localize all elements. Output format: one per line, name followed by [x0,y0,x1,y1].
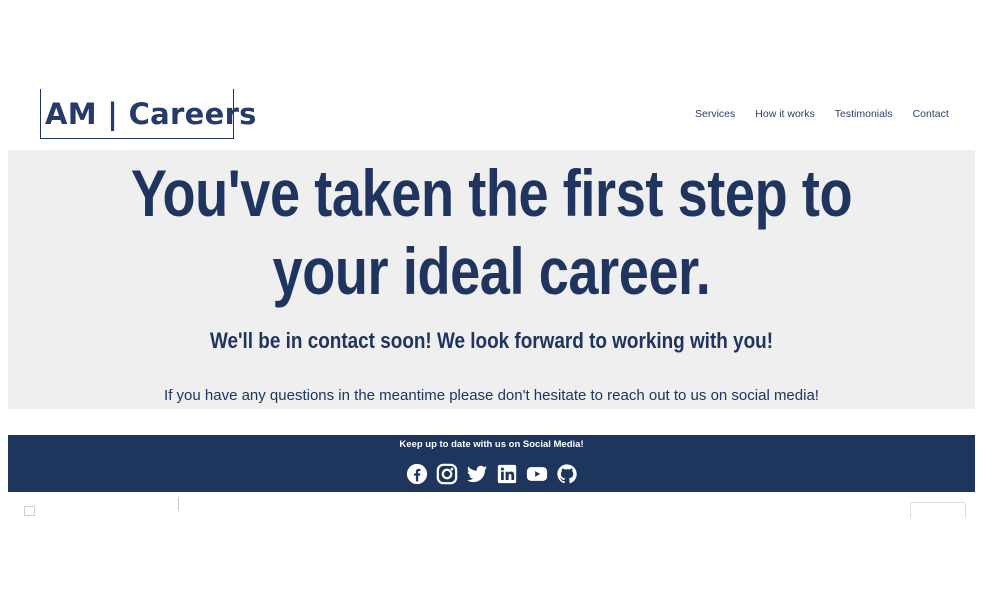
nav-link-services[interactable]: Services [695,108,735,120]
hero-headline: You've taken the first step to your idea… [95,154,888,310]
facebook-icon[interactable] [406,463,428,485]
github-icon[interactable] [556,463,578,485]
logo-text: AM | Careers [45,96,257,131]
hero-section: You've taken the first step to your idea… [8,150,975,409]
hero-headline-line-1: You've taken the first step to [130,156,853,230]
hero-headline-line-2: your ideal career. [272,234,711,308]
main-nav: Services How it works Testimonials Conta… [695,108,949,120]
social-footer: Keep up to date with us on Social Media! [8,435,975,492]
social-links [8,463,975,485]
youtube-icon[interactable] [526,463,548,485]
twitter-icon[interactable] [466,463,488,485]
footer-tagline: Keep up to date with us on Social Media! [399,439,584,450]
nav-link-contact[interactable]: Contact [913,108,949,120]
partial-button[interactable] [910,502,966,518]
nav-link-testimonials[interactable]: Testimonials [835,108,893,120]
broken-image-icon [24,506,35,516]
site-logo[interactable]: AM | Careers [40,89,256,139]
linkedin-icon[interactable] [496,463,518,485]
hero-body-text: If you have any questions in the meantim… [164,387,819,404]
hero-subheadline: We'll be in contact soon! We look forwar… [209,328,774,353]
divider [178,497,179,511]
nav-link-how-it-works[interactable]: How it works [755,108,815,120]
instagram-icon[interactable] [436,463,458,485]
